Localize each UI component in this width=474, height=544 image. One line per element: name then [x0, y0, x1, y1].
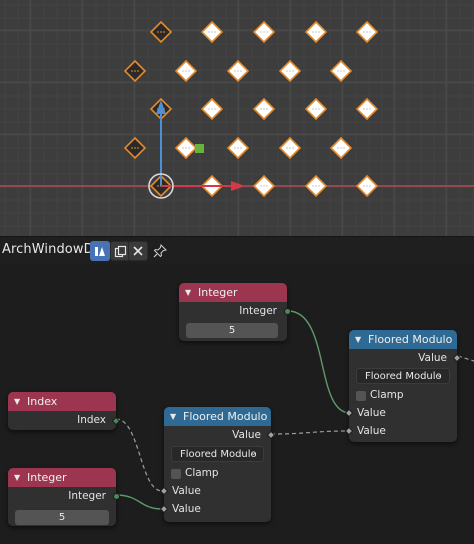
link-mod-mid-to-mod-right: [270, 430, 351, 435]
integer-value-field[interactable]: 5: [186, 323, 278, 338]
chevron-down-icon[interactable]: ▼: [185, 288, 195, 297]
node-header[interactable]: ▼ Floored Modulo: [164, 407, 271, 426]
chevron-down-icon: ⌄: [249, 448, 257, 458]
integer-node-top[interactable]: ▼ Integer Integer 5: [179, 283, 291, 341]
output-label: Value: [232, 429, 261, 441]
chevron-down-icon[interactable]: ▼: [355, 335, 365, 344]
node-title: Floored Modulo: [368, 333, 453, 346]
operation-value: Floored Modulo: [365, 370, 442, 382]
chevron-down-icon[interactable]: ▼: [14, 397, 24, 406]
3d-viewport[interactable]: [0, 0, 474, 236]
node-editor-header: ArchWindowDoor: [0, 236, 474, 265]
node-header[interactable]: ▼ Integer: [8, 468, 116, 487]
pin-button[interactable]: [150, 241, 170, 261]
input-a-label: Value: [357, 407, 386, 419]
operation-dropdown[interactable]: Floored Modulo ⌄: [171, 446, 264, 462]
node-tree-icon: [95, 247, 105, 256]
close-icon: [133, 246, 143, 256]
unlink-button[interactable]: [128, 241, 148, 261]
floored-modulo-node-mid[interactable]: ▼ Floored Modulo Value Floored Modulo ⌄ …: [159, 407, 276, 522]
operation-dropdown[interactable]: Floored Modulo ⌄: [356, 368, 450, 384]
integer-value-field[interactable]: 5: [15, 510, 109, 525]
node-title: Floored Modulo: [183, 410, 268, 423]
input-a-label: Value: [172, 485, 201, 497]
node-title: Index: [27, 395, 58, 408]
clamp-checkbox[interactable]: [356, 391, 366, 401]
clamp-label: Clamp: [370, 389, 404, 401]
input-b-label: Value: [357, 425, 386, 437]
output-label: Index: [77, 414, 106, 426]
link-integer-to-mod-mid: [115, 494, 163, 510]
output-label: Value: [418, 352, 447, 364]
node-header[interactable]: ▼ Index: [8, 392, 116, 411]
node-header[interactable]: ▼ Integer: [179, 283, 287, 302]
pin-icon: [153, 244, 167, 258]
duplicate-button[interactable]: [110, 241, 130, 261]
link-integer-to-mod-right: [287, 310, 351, 414]
clamp-checkbox[interactable]: [171, 469, 181, 479]
operation-value: Floored Modulo: [180, 448, 257, 460]
gizmo-plane-handle: [195, 144, 204, 153]
chevron-down-icon: ⌄: [435, 370, 443, 380]
input-b-label: Value: [172, 503, 201, 515]
node-title: Integer: [198, 286, 238, 299]
output-socket[interactable]: [284, 308, 291, 315]
output-socket[interactable]: [113, 493, 120, 500]
node-tree-browse-button[interactable]: [90, 241, 110, 261]
node-header[interactable]: ▼ Floored Modulo: [349, 330, 457, 349]
clamp-label: Clamp: [185, 467, 219, 479]
output-label: Integer: [239, 305, 277, 317]
link-index-to-mod-mid: [115, 418, 163, 492]
node-canvas[interactable]: ▼ Integer Integer 5 ▼ Index Index ▼ Inte…: [0, 265, 474, 544]
integer-node-bottom[interactable]: ▼ Integer Integer 5: [8, 468, 120, 526]
output-label: Integer: [68, 490, 106, 502]
chevron-down-icon[interactable]: ▼: [170, 412, 180, 421]
duplicate-icon: [114, 245, 126, 257]
viewport-canvas[interactable]: [0, 0, 474, 236]
index-node[interactable]: ▼ Index Index: [8, 392, 121, 430]
node-title: Integer: [27, 471, 67, 484]
chevron-down-icon[interactable]: ▼: [14, 473, 24, 482]
floored-modulo-node-right[interactable]: ▼ Floored Modulo Value Floored Modulo ⌄ …: [344, 330, 462, 442]
